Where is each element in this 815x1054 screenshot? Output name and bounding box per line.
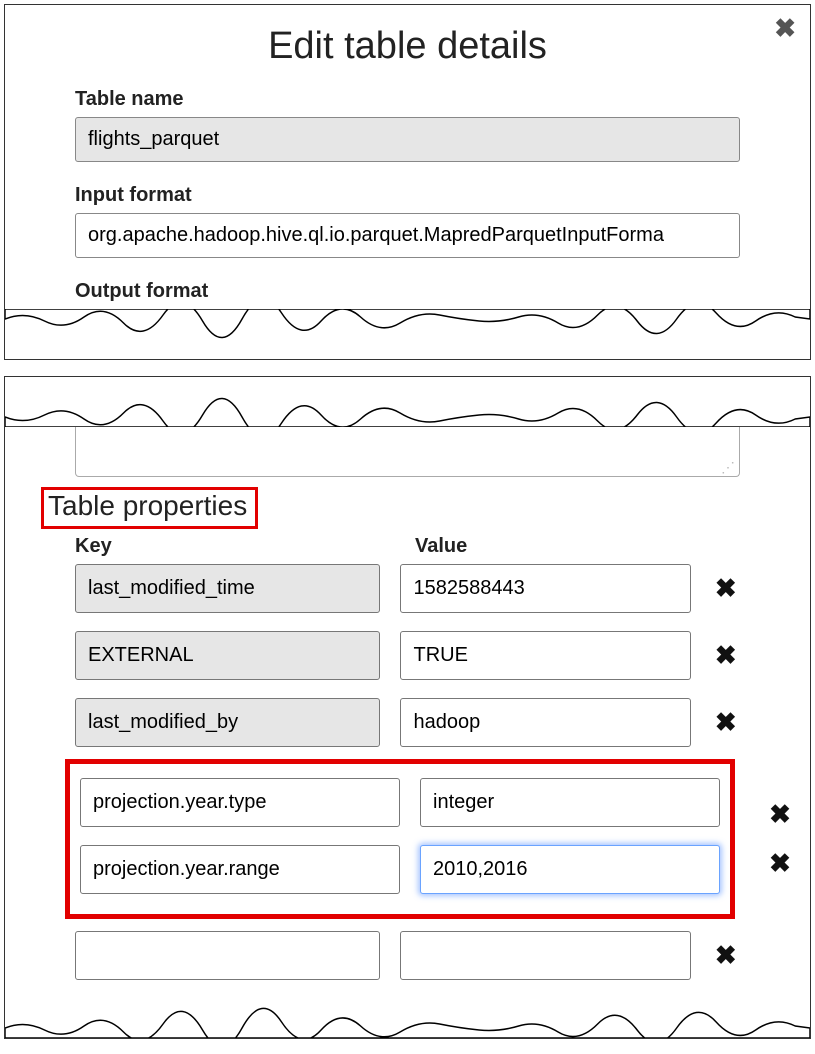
delete-icon[interactable]: ✖	[765, 848, 795, 879]
table-name-label: Table name	[75, 88, 740, 111]
delete-icon[interactable]: ✖	[711, 573, 740, 604]
table-row: ✖	[75, 564, 740, 613]
property-value-input[interactable]	[420, 778, 720, 827]
delete-icon[interactable]: ✖	[711, 707, 740, 738]
resize-grip-icon[interactable]: ⋰	[721, 460, 735, 474]
delete-icon[interactable]: ✖	[711, 940, 740, 971]
table-properties-heading: Table properties	[48, 490, 247, 521]
property-key-input[interactable]	[75, 931, 380, 980]
table-row: ✖	[75, 931, 740, 980]
torn-edge-icon	[5, 998, 810, 1038]
table-row: ✖	[75, 631, 740, 680]
table-name-input[interactable]	[75, 117, 740, 162]
property-key-input[interactable]	[75, 698, 380, 747]
column-header-value: Value	[415, 535, 725, 558]
property-value-input[interactable]	[400, 564, 691, 613]
property-key-input[interactable]	[75, 631, 380, 680]
delete-icon[interactable]: ✖	[711, 640, 740, 671]
property-value-input[interactable]	[420, 845, 720, 894]
table-row	[80, 845, 720, 894]
table-row: ✖	[75, 698, 740, 747]
property-value-input[interactable]	[400, 931, 691, 980]
torn-edge-icon	[5, 377, 810, 427]
table-row	[80, 778, 720, 827]
input-format-label: Input format	[75, 184, 740, 207]
delete-icon[interactable]: ✖	[765, 799, 795, 830]
close-icon[interactable]: ✖	[774, 13, 796, 44]
column-header-key: Key	[75, 535, 415, 558]
page-title: Edit table details	[45, 25, 770, 68]
property-value-input[interactable]	[400, 698, 691, 747]
property-key-input[interactable]	[80, 778, 400, 827]
property-key-input[interactable]	[75, 564, 380, 613]
input-format-input[interactable]	[75, 213, 740, 258]
textarea-stub[interactable]: ⋰	[75, 427, 740, 477]
highlighted-rows	[65, 759, 735, 919]
table-properties-heading-highlight: Table properties	[41, 487, 258, 529]
torn-edge-icon	[5, 309, 810, 359]
property-key-input[interactable]	[80, 845, 400, 894]
property-value-input[interactable]	[400, 631, 691, 680]
output-format-label: Output format	[75, 280, 740, 303]
